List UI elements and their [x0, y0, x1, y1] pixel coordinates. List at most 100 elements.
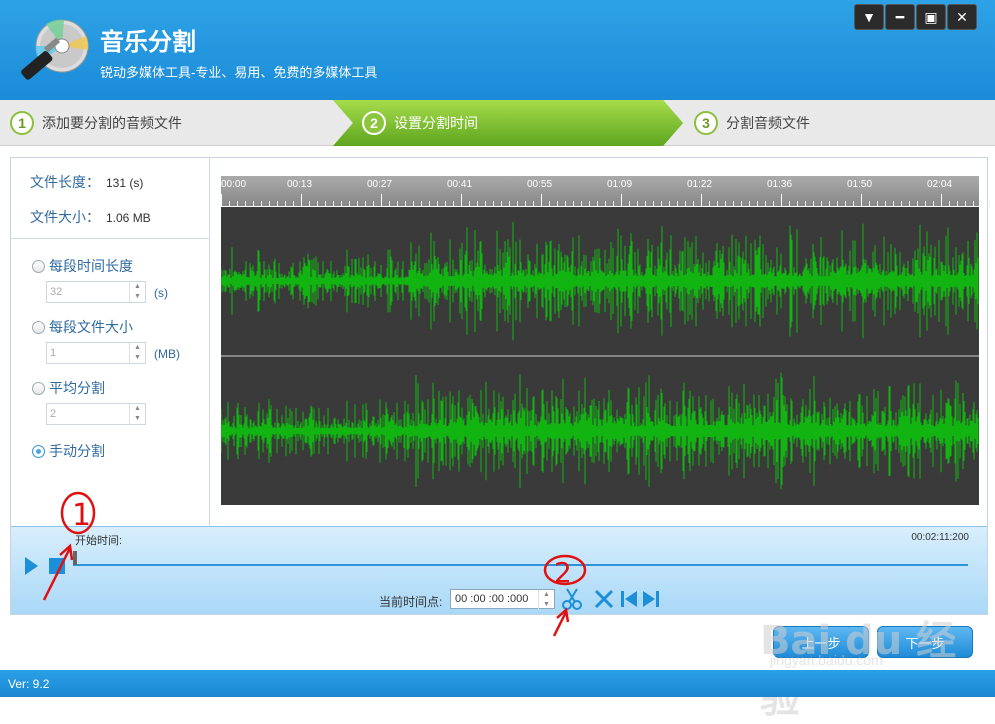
start-time-label: 开始时间:	[75, 535, 123, 547]
timeline-minor-tick	[765, 201, 766, 206]
timeline-minor-tick	[965, 201, 966, 206]
step-3[interactable]: 3 分割音频文件	[694, 100, 810, 146]
timeline-tick-label: 01:09	[607, 179, 633, 190]
timeline-minor-tick	[645, 201, 646, 206]
timeline-minor-tick	[885, 201, 886, 206]
stepper-arrows-icon[interactable]: ▲ ▼	[129, 343, 145, 363]
stepper-arrows-icon[interactable]: ▲ ▼	[129, 404, 145, 424]
radio-manual[interactable]	[32, 444, 45, 458]
timeline-minor-tick	[661, 201, 662, 206]
next-point-icon[interactable]	[641, 587, 661, 611]
radio-time-length[interactable]	[32, 259, 45, 273]
timeline-minor-tick	[453, 201, 454, 206]
timeline-minor-tick	[565, 201, 566, 206]
watermark: Bai du 经验 jingyan.baidu.com	[760, 590, 960, 722]
timeline-minor-tick	[445, 201, 446, 206]
timeline-minor-tick	[677, 201, 678, 206]
step-label-2: 设置分割时间	[394, 115, 478, 131]
radio-average[interactable]	[32, 381, 45, 395]
timeline-minor-tick	[813, 201, 814, 206]
option-file-size[interactable]: 每段文件大小	[32, 317, 133, 337]
step-2[interactable]: 2 设置分割时间	[362, 100, 478, 146]
radio-file-size[interactable]	[32, 320, 45, 334]
timeline-minor-tick	[389, 201, 390, 206]
timeline-tick-label: 01:50	[847, 179, 873, 190]
close-icon[interactable]: ✕	[947, 4, 977, 30]
remove-split-icon[interactable]	[593, 587, 615, 611]
maximize-icon[interactable]: ▣	[916, 4, 946, 30]
waveform[interactable]	[221, 207, 979, 505]
step-number-3: 3	[694, 111, 718, 135]
timeline-tick	[381, 194, 382, 206]
timeline-tick-label: 00:55	[527, 179, 553, 190]
timeline-minor-tick	[717, 201, 718, 206]
previous-point-icon[interactable]	[619, 587, 639, 611]
file-size-value: 1.06 MB	[106, 211, 151, 225]
step-1[interactable]: 1 添加要分割的音频文件	[10, 100, 182, 146]
timeline-minor-tick	[741, 201, 742, 206]
timeline-minor-tick	[421, 201, 422, 206]
file-length: 文件长度： 131 (s)	[30, 172, 143, 192]
timeline-minor-tick	[669, 201, 670, 206]
option-label: 每段时间长度	[49, 258, 133, 274]
timeline-minor-tick	[869, 201, 870, 206]
time-length-stepper[interactable]: 32 ▲ ▼	[46, 281, 146, 303]
step-bar: 1 添加要分割的音频文件 2 设置分割时间 3 分割音频文件	[0, 100, 995, 146]
option-manual[interactable]: 手动分割	[32, 441, 105, 461]
menu-dropdown-icon[interactable]: ▼	[854, 4, 884, 30]
waveform-channel	[221, 372, 979, 490]
stepper-arrows-icon[interactable]: ▲ ▼	[538, 590, 554, 610]
stop-icon[interactable]	[49, 558, 65, 574]
timeline-minor-tick	[525, 201, 526, 206]
file-size: 文件大小： 1.06 MB	[30, 207, 151, 227]
step-label-3: 分割音频文件	[726, 115, 810, 131]
timeline-minor-tick	[605, 201, 606, 206]
play-icon[interactable]	[25, 557, 38, 575]
timeline-minor-tick	[349, 201, 350, 206]
timeline-minor-tick	[901, 201, 902, 206]
step-label-1: 添加要分割的音频文件	[42, 115, 182, 131]
timeline-ruler[interactable]: 00:00 00:13 00:27 00:41 00:55 01:09 01:22 01:36…	[221, 176, 990, 206]
file-size-stepper[interactable]: 1 ▲ ▼	[46, 342, 146, 364]
minimize-icon[interactable]: ━	[885, 4, 915, 30]
waveform-area[interactable]: 00:00 00:13 00:27 00:41 00:55 01:09 01:22 01:36…	[221, 176, 990, 506]
timeline-minor-tick	[493, 201, 494, 206]
timeline-tick-label: 00:41	[447, 179, 473, 190]
stepper-value: 1	[50, 347, 57, 359]
timeline-minor-tick	[789, 201, 790, 206]
timeline-minor-tick	[973, 201, 974, 206]
timeline-minor-tick	[757, 201, 758, 206]
timeline-minor-tick	[589, 201, 590, 206]
option-label: 平均分割	[49, 380, 105, 396]
timeline-minor-tick	[949, 201, 950, 206]
timeline-minor-tick	[773, 201, 774, 206]
timeline-minor-tick	[821, 201, 822, 206]
file-length-label: 文件长度：	[30, 174, 100, 190]
timeline-minor-tick	[373, 201, 374, 206]
timeline-minor-tick	[573, 201, 574, 206]
timeline-minor-tick	[709, 201, 710, 206]
app-logo-icon	[21, 19, 89, 80]
average-stepper[interactable]: 2 ▲ ▼	[46, 403, 146, 425]
progress-handle[interactable]	[73, 551, 77, 565]
timeline-minor-tick	[797, 201, 798, 206]
timeline-minor-tick	[693, 201, 694, 206]
timeline-minor-tick	[229, 201, 230, 206]
timeline-minor-tick	[517, 201, 518, 206]
timeline-minor-tick	[341, 201, 342, 206]
watermark-sub: jingyan.baidu.com	[770, 652, 883, 668]
stepper-arrows-icon[interactable]: ▲ ▼	[129, 282, 145, 302]
progress-track[interactable]	[73, 564, 968, 566]
timeline-minor-tick	[853, 201, 854, 206]
timeline-minor-tick	[917, 201, 918, 206]
timeline-tick	[701, 194, 702, 206]
option-time-length[interactable]: 每段时间长度	[32, 256, 133, 276]
timeline-minor-tick	[309, 201, 310, 206]
timeline-tick	[301, 194, 302, 206]
timeline-minor-tick	[845, 201, 846, 206]
option-average[interactable]: 平均分割	[32, 378, 105, 398]
scissors-split-icon[interactable]	[561, 587, 583, 611]
timeline-minor-tick	[629, 201, 630, 206]
current-time-input[interactable]: 00 :00 :00 :000 ▲ ▼	[450, 589, 555, 610]
timeline-minor-tick	[533, 201, 534, 206]
